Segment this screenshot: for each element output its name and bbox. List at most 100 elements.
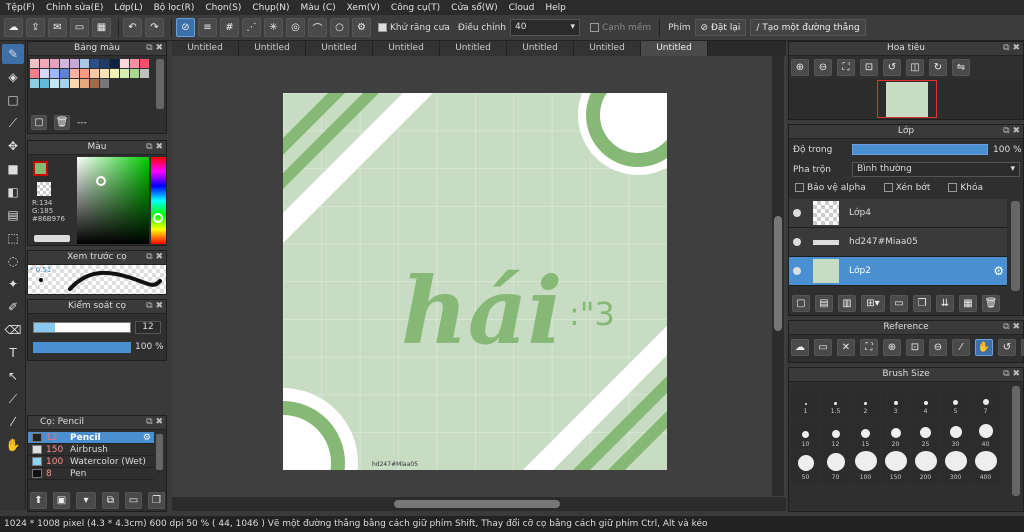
- palette-scrollbar[interactable]: [156, 59, 164, 109]
- tablet-icon[interactable]: ▭: [70, 18, 89, 37]
- menu-help[interactable]: Help: [545, 3, 566, 13]
- layer-row[interactable]: Lớp4: [789, 199, 1007, 228]
- grid-icon[interactable]: ▦: [92, 18, 111, 37]
- brush-size-cell[interactable]: 20: [881, 418, 910, 450]
- color-swatch[interactable]: [80, 69, 89, 78]
- select-pen-icon[interactable]: ✐: [2, 297, 24, 317]
- panel-close-icon[interactable]: ⧉ ✖: [146, 416, 163, 429]
- tab-untitled-5[interactable]: Untitled: [440, 41, 507, 56]
- color-picker-square[interactable]: [77, 157, 149, 244]
- menu-edit[interactable]: Chỉnh sửa(E): [46, 3, 103, 13]
- new-layer-8bit-icon[interactable]: ▤: [815, 295, 833, 312]
- chat-icon[interactable]: ✉: [48, 18, 67, 37]
- brush-item[interactable]: 12 Pencil ⚙: [28, 432, 154, 444]
- color-swatch[interactable]: [90, 59, 99, 68]
- operation-icon[interactable]: ↖: [2, 366, 24, 386]
- cloud-icon[interactable]: ☁: [791, 339, 809, 356]
- brush-size-scrollbar[interactable]: [1012, 386, 1020, 496]
- copy-icon[interactable]: ❐: [148, 492, 165, 509]
- menu-file[interactable]: Tệp(F): [6, 3, 35, 13]
- lock-option[interactable]: Khóa: [948, 183, 983, 193]
- rotate-icon[interactable]: ↺: [998, 339, 1016, 356]
- menu-color[interactable]: Màu (C): [301, 3, 336, 13]
- cloud-brush-icon[interactable]: ⬆: [30, 492, 47, 509]
- brush-size-cell[interactable]: 40: [971, 418, 1000, 450]
- color-swatch[interactable]: [100, 79, 109, 88]
- protect-alpha-checkbox[interactable]: [795, 183, 804, 192]
- brush-size-cell[interactable]: 150: [881, 451, 910, 483]
- dropper-icon[interactable]: ⟋: [2, 389, 24, 409]
- rotate-left-icon[interactable]: ↺: [883, 59, 901, 76]
- blend-select[interactable]: Bình thường ▾: [852, 162, 1020, 177]
- color-swatch[interactable]: [30, 69, 39, 78]
- trash-icon[interactable]: 🗑: [982, 295, 1000, 312]
- color-swatch[interactable]: [140, 69, 149, 78]
- duplicate-layer-icon[interactable]: ❐: [913, 295, 931, 312]
- menu-capture[interactable]: Chụp(N): [252, 3, 289, 13]
- hue-handle[interactable]: [153, 213, 163, 223]
- canvas-area[interactable]: hái :"3 hd247#Miaa05: [172, 56, 786, 497]
- reset-view-icon[interactable]: ◫: [906, 59, 924, 76]
- color-swatch[interactable]: [90, 69, 99, 78]
- color-swatch[interactable]: [100, 59, 109, 68]
- color-swatch[interactable]: [60, 79, 69, 88]
- horizontal-scroll-thumb[interactable]: [394, 500, 560, 508]
- tab-untitled-4[interactable]: Untitled: [373, 41, 440, 56]
- snap-ring-icon[interactable]: ○: [330, 18, 349, 37]
- vertical-scroll-thumb[interactable]: [774, 216, 782, 331]
- brush-item[interactable]: 100 Watercolor (Wet): [28, 456, 154, 468]
- horizontal-scrollbar[interactable]: [172, 497, 786, 511]
- panel-close-icon[interactable]: ⧉ ✖: [1003, 42, 1020, 55]
- menu-select[interactable]: Chọn(S): [205, 3, 241, 13]
- layer-opacity-slider[interactable]: [852, 144, 988, 155]
- fit-icon[interactable]: ⛶: [837, 59, 855, 76]
- tab-untitled-6[interactable]: Untitled: [507, 41, 574, 56]
- brush-size-cell[interactable]: 400: [971, 451, 1000, 483]
- color-swatch[interactable]: [50, 79, 59, 88]
- tab-untitled-3[interactable]: Untitled: [306, 41, 373, 56]
- color-swap-buttons[interactable]: [34, 235, 70, 242]
- snap-crisscross-icon[interactable]: #: [220, 18, 239, 37]
- brush-item[interactable]: 150 Airbrush: [28, 444, 154, 456]
- brush-list-scrollbar[interactable]: [156, 434, 163, 470]
- eraser-tool-icon[interactable]: ◈: [2, 67, 24, 87]
- fill-shape-icon[interactable]: ■: [2, 159, 24, 179]
- trash-icon[interactable]: 🗑: [54, 115, 70, 130]
- color-swatch[interactable]: [90, 79, 99, 88]
- color-swatch[interactable]: [30, 59, 39, 68]
- clip-checkbox[interactable]: [883, 183, 893, 192]
- color-swatch[interactable]: [120, 69, 129, 78]
- eyedropper-icon[interactable]: ⁄: [952, 339, 970, 356]
- brush-size-cell[interactable]: 7: [971, 385, 1000, 417]
- color-swatch[interactable]: [50, 59, 59, 68]
- color-swatch[interactable]: [70, 59, 79, 68]
- panel-close-icon[interactable]: ⧉ ✖: [146, 300, 163, 313]
- layer-scrollbar[interactable]: [1011, 201, 1020, 291]
- zoom-out-icon[interactable]: ⊖: [814, 59, 832, 76]
- clip-option[interactable]: Xén bớt: [883, 183, 930, 193]
- gear-icon[interactable]: ⚙: [993, 264, 1004, 278]
- actual-size-icon[interactable]: ⊡: [906, 339, 924, 356]
- text-tool-icon[interactable]: T: [2, 343, 24, 363]
- panel-close-icon[interactable]: ⧉ ✖: [146, 251, 163, 264]
- brush-size-cell[interactable]: 30: [941, 418, 970, 450]
- marquee-icon[interactable]: ⬚: [2, 228, 24, 248]
- color-swatch[interactable]: [60, 59, 69, 68]
- color-swatch[interactable]: [40, 79, 49, 88]
- opacity-slider[interactable]: [33, 342, 131, 353]
- eye-icon[interactable]: [793, 209, 801, 217]
- cloud-icon[interactable]: ☁: [4, 18, 23, 37]
- brush-size-cell[interactable]: 300: [941, 451, 970, 483]
- menu-cloud[interactable]: Cloud: [509, 3, 535, 13]
- color-swatch[interactable]: [40, 69, 49, 78]
- color-swatch[interactable]: [70, 79, 79, 88]
- hand-icon[interactable]: ✋: [975, 339, 993, 356]
- artwork-canvas[interactable]: hái :"3 hd247#Miaa05: [283, 93, 667, 470]
- hue-slider[interactable]: [151, 157, 166, 244]
- brush-size-cell[interactable]: 5: [941, 385, 970, 417]
- redo-icon[interactable]: ↷: [145, 18, 164, 37]
- color-swatch[interactable]: [130, 59, 139, 68]
- panel-close-icon[interactable]: ⧉ ✖: [146, 141, 163, 154]
- brush-size-cell[interactable]: 3: [881, 385, 910, 417]
- open-folder-icon[interactable]: ▭: [814, 339, 832, 356]
